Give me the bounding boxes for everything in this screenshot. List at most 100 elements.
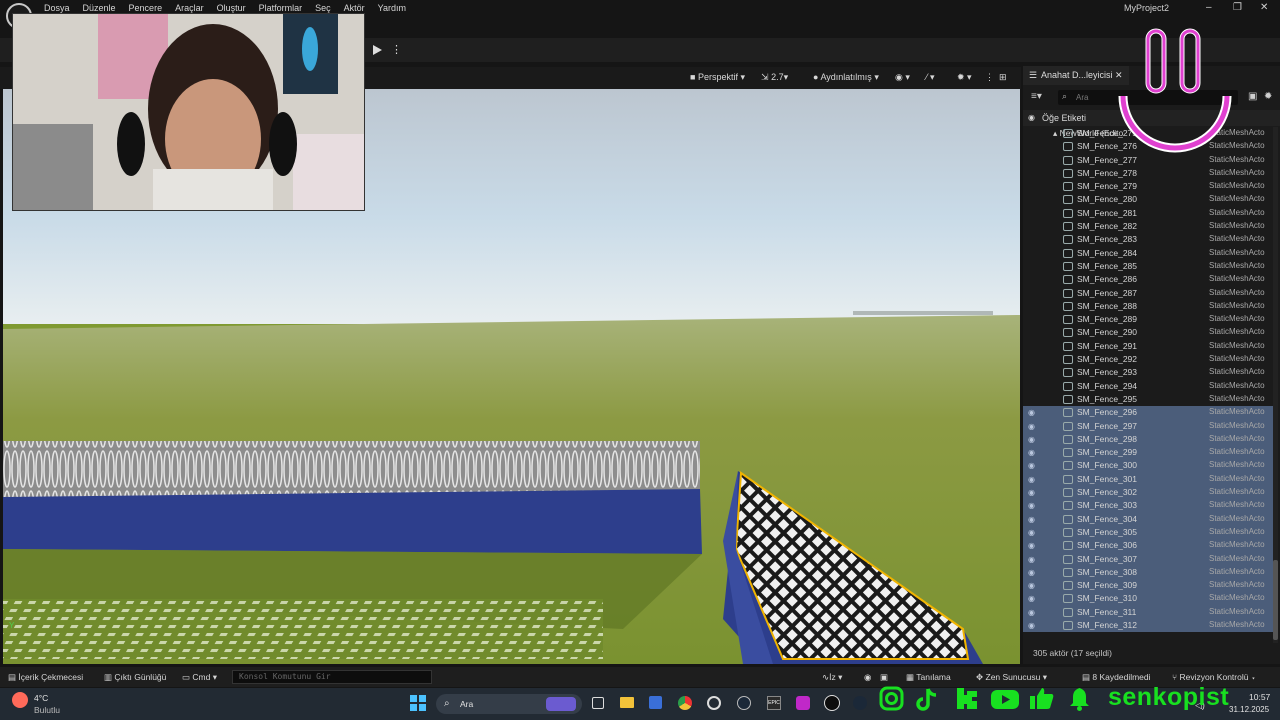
task-view-icon[interactable] — [592, 697, 604, 709]
visibility-eye-icon[interactable]: ◉ — [1028, 594, 1035, 603]
menu-item[interactable]: Aktör — [344, 3, 378, 13]
outliner-row[interactable]: SM_Fence_288 StaticMeshActo — [1023, 300, 1273, 313]
outliner-row[interactable]: ◉ SM_Fence_305 StaticMeshActo — [1023, 525, 1273, 540]
menu-item[interactable]: Oluştur — [217, 3, 259, 13]
viewport-options-icon[interactable]: ⋮ — [985, 72, 994, 83]
outliner-row[interactable]: SM_Fence_289 StaticMeshActo — [1023, 313, 1273, 326]
outliner-row[interactable]: ◉ SM_Fence_312 StaticMeshActo — [1023, 618, 1273, 633]
cmd-dropdown[interactable]: ▭ Cmd ▾ — [182, 672, 217, 683]
outliner-row[interactable]: ◉ SM_Fence_303 StaticMeshActo — [1023, 499, 1273, 513]
steam-secondary-icon[interactable] — [853, 696, 867, 710]
visibility-eye-icon[interactable]: ◉ — [1028, 541, 1035, 550]
outliner-row[interactable]: ◉ SM_Fence_310 StaticMeshActo — [1023, 592, 1273, 606]
outliner-row[interactable]: SM_Fence_279 StaticMeshActo — [1023, 180, 1273, 193]
unsaved-button[interactable]: ▤ 8 Kaydedilmedi — [1082, 672, 1151, 683]
more-options-icon[interactable]: ⋮ — [391, 43, 402, 56]
transform-tools-button[interactable]: ⁄ ▾ — [926, 72, 935, 83]
outliner-row[interactable]: SM_Fence_286 StaticMeshActo — [1023, 273, 1273, 286]
weather-icon[interactable] — [12, 692, 28, 708]
lit-mode-button[interactable]: ● Aydınlatılmış ▾ — [813, 72, 879, 83]
output-log-button[interactable]: ▥ Çıktı Günlüğü — [104, 672, 166, 683]
trace-button[interactable]: ∿İz ▾ — [822, 672, 842, 683]
visibility-icon[interactable]: ◉ — [1028, 113, 1035, 122]
store-icon[interactable] — [649, 696, 662, 709]
visibility-eye-icon[interactable]: ◉ — [1028, 461, 1035, 470]
visibility-eye-icon[interactable]: ◉ — [1028, 435, 1035, 444]
visibility-eye-icon[interactable]: ◉ — [1028, 501, 1035, 510]
visibility-eye-icon[interactable]: ◉ — [1028, 621, 1035, 630]
diagnostics-button[interactable]: ▦ Tanılama — [906, 672, 951, 683]
outliner-row[interactable]: ◉ SM_Fence_304 StaticMeshActo — [1023, 512, 1273, 526]
record-icon[interactable]: ◉ — [864, 672, 871, 683]
outliner-row[interactable]: ◉ SM_Fence_297 StaticMeshActo — [1023, 419, 1273, 433]
visibility-eye-icon[interactable]: ◉ — [1028, 528, 1035, 537]
twitch-app-icon[interactable] — [796, 696, 810, 710]
content-drawer-button[interactable]: ▤ İçerik Çekmecesi — [8, 672, 83, 683]
outliner-row[interactable]: SM_Fence_292 StaticMeshActo — [1023, 353, 1273, 366]
github-desktop-icon[interactable] — [707, 696, 721, 710]
steam-icon[interactable] — [737, 696, 751, 710]
tab-outliner[interactable]: ☰ Anahat D...leyicisi ✕ — [1023, 66, 1129, 85]
menu-item[interactable]: Düzenle — [83, 3, 129, 13]
visibility-eye-icon[interactable]: ◉ — [1028, 448, 1035, 457]
visibility-eye-icon[interactable]: ◉ — [1028, 475, 1035, 484]
taskbar-search[interactable]: ⌕ Ara — [436, 694, 582, 714]
outliner-row[interactable]: SM_Fence_295 StaticMeshActo — [1023, 393, 1273, 406]
layout-grid-icon[interactable]: ⊞ — [999, 72, 1007, 83]
new-folder-icon[interactable]: ▣ — [1248, 91, 1257, 102]
console-input[interactable]: Konsol Komutunu Gir — [232, 670, 432, 684]
visibility-eye-icon[interactable]: ◉ — [1028, 608, 1035, 617]
visibility-eye-icon[interactable]: ◉ — [1028, 568, 1035, 577]
fov-button[interactable]: ⇲ 2.7▾ — [761, 72, 788, 83]
menu-item[interactable]: Pencere — [129, 3, 176, 13]
outliner-row[interactable]: ◉ SM_Fence_298 StaticMeshActo — [1023, 432, 1273, 447]
outliner-row[interactable]: ◉ SM_Fence_302 StaticMeshActo — [1023, 486, 1273, 500]
visibility-eye-icon[interactable]: ◉ — [1028, 515, 1035, 524]
outliner-row[interactable]: SM_Fence_281 StaticMeshActo — [1023, 207, 1273, 220]
settings-gear-icon[interactable]: ✹ — [1264, 91, 1272, 102]
unreal-taskbar-icon[interactable] — [824, 695, 840, 711]
show-flags-button[interactable]: ◉ ▾ — [895, 72, 910, 83]
perspective-button[interactable]: ■ Perspektif ▾ — [690, 72, 745, 83]
outliner-row[interactable]: ◉ SM_Fence_306 StaticMeshActo — [1023, 539, 1273, 553]
outliner-row[interactable]: ◉ SM_Fence_308 StaticMeshActo — [1023, 565, 1273, 580]
minimize-button[interactable]: – — [1206, 2, 1212, 13]
outliner-row[interactable]: ◉ SM_Fence_296 StaticMeshActo — [1023, 406, 1273, 420]
camera-record-icon[interactable]: ▣ — [880, 672, 888, 683]
menu-item[interactable]: Seç — [315, 3, 344, 13]
outliner-row[interactable]: SM_Fence_290 StaticMeshActo — [1023, 326, 1273, 339]
outliner-row[interactable]: ◉ SM_Fence_311 StaticMeshActo — [1023, 605, 1273, 619]
close-button[interactable]: ✕ — [1260, 2, 1268, 13]
outliner-row[interactable]: SM_Fence_284 StaticMeshActo — [1023, 247, 1273, 260]
visibility-eye-icon[interactable]: ◉ — [1028, 422, 1035, 431]
menu-item[interactable]: Dosya — [44, 3, 83, 13]
outliner-row[interactable]: ◉ SM_Fence_309 StaticMeshActo — [1023, 579, 1273, 593]
file-explorer-icon[interactable] — [620, 697, 634, 708]
outliner-row[interactable]: SM_Fence_283 StaticMeshActo — [1023, 233, 1273, 246]
filter-icon[interactable]: ≡▾ — [1031, 91, 1042, 102]
outliner-row[interactable]: ◉ SM_Fence_299 StaticMeshActo — [1023, 446, 1273, 460]
maximize-button[interactable]: ❐ — [1233, 2, 1242, 13]
visibility-eye-icon[interactable]: ◉ — [1028, 581, 1035, 590]
outliner-row[interactable]: SM_Fence_282 StaticMeshActo — [1023, 220, 1273, 233]
revision-control-button[interactable]: ⑂ Revizyon Kontrolü ▾ — [1172, 672, 1256, 682]
outliner-row[interactable]: ◉ SM_Fence_307 StaticMeshActo — [1023, 552, 1273, 566]
windows-start-icon[interactable] — [410, 695, 426, 711]
outliner-scroll-thumb[interactable] — [1273, 560, 1278, 640]
outliner-row[interactable]: ◉ SM_Fence_300 StaticMeshActo — [1023, 459, 1273, 473]
outliner-row[interactable]: ◉ SM_Fence_301 StaticMeshActo — [1023, 472, 1273, 487]
outliner-row[interactable]: SM_Fence_285 StaticMeshActo — [1023, 260, 1273, 273]
play-icon[interactable] — [371, 44, 383, 56]
outliner-row[interactable]: SM_Fence_278 StaticMeshActo — [1023, 167, 1273, 180]
viewport-settings-button[interactable]: ✹ ▾ — [957, 72, 972, 83]
epic-games-icon[interactable]: EPIC — [767, 696, 781, 710]
menu-item[interactable]: Yardım — [378, 3, 419, 13]
visibility-eye-icon[interactable]: ◉ — [1028, 488, 1035, 497]
menu-item[interactable]: Araçlar — [175, 3, 217, 13]
chrome-icon[interactable] — [678, 696, 692, 710]
zen-server-button[interactable]: ✥ Zen Sunucusu ▾ — [976, 672, 1047, 683]
outliner-row[interactable]: SM_Fence_291 StaticMeshActo — [1023, 340, 1273, 353]
outliner-row[interactable]: SM_Fence_293 StaticMeshActo — [1023, 366, 1273, 379]
menu-item[interactable]: Platformlar — [259, 3, 316, 13]
outliner-row[interactable]: SM_Fence_294 StaticMeshActo — [1023, 380, 1273, 393]
